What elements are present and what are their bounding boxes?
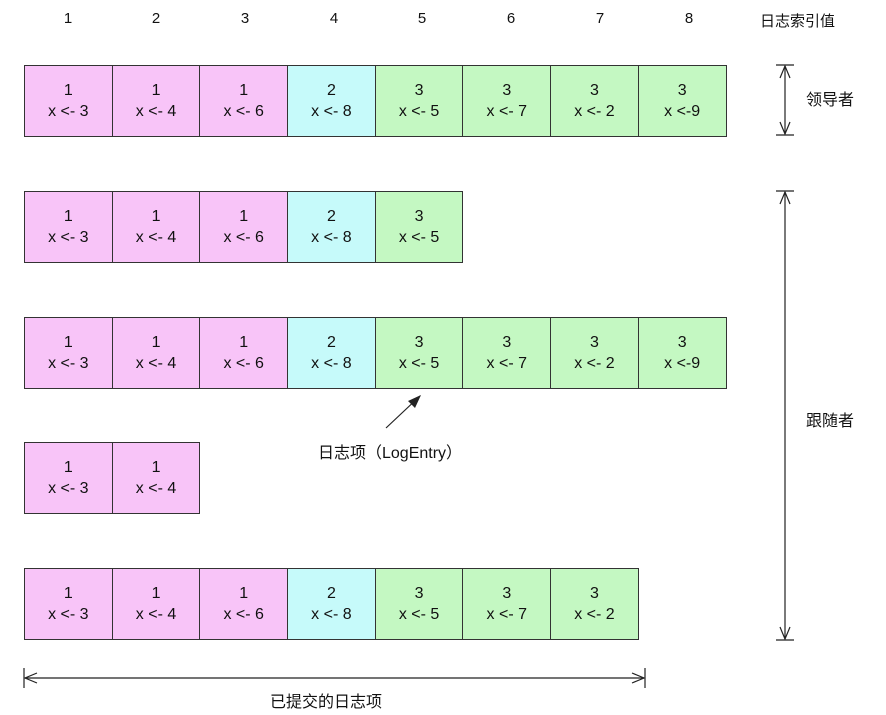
log-entry-label: 日志项（LogEntry） [318,445,463,462]
leader-label: 领导者 [806,92,855,109]
committed-entries-label: 已提交的日志项 [270,694,383,711]
annotation-lines [23,64,794,688]
raft-log-diagram: 1 2 3 4 5 6 7 8 日志索引值 1x <- 31x <- 41x <… [0,0,886,715]
follower-label: 跟随者 [806,413,855,430]
